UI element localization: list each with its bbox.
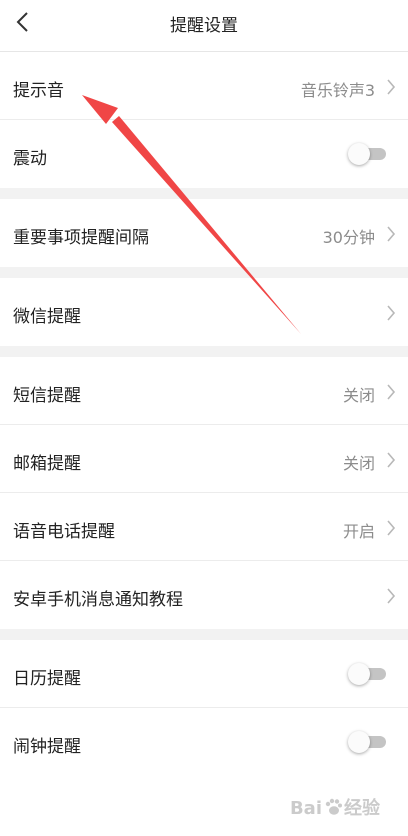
watermark-text: Bai: [289, 798, 322, 819]
section-separator: [0, 267, 408, 278]
chevron-right-icon: [386, 384, 396, 400]
setting-label: 微信提醒: [13, 307, 81, 327]
setting-calendar-reminder: 日历提醒: [0, 640, 408, 708]
setting-label: 提示音: [13, 81, 64, 101]
setting-vibration: 震动: [0, 120, 408, 188]
setting-label: 语音电话提醒: [13, 522, 115, 542]
setting-value: 30分钟: [322, 228, 375, 247]
section-separator: [0, 188, 408, 199]
setting-label: 重要事项提醒间隔: [13, 228, 149, 248]
setting-label: 短信提醒: [13, 386, 81, 406]
setting-value: 开启: [342, 522, 375, 541]
toggle-knob: [348, 143, 370, 165]
setting-label: 震动: [13, 149, 47, 169]
settings-list: 提示音 音乐铃声3 震动 重要事项提醒间隔 30分钟 微信提醒 短信提醒 关闭: [0, 52, 408, 776]
chevron-right-icon: [386, 305, 396, 321]
page-title: 提醒设置: [170, 16, 238, 36]
setting-email-reminder[interactable]: 邮箱提醒 关闭: [0, 425, 408, 493]
setting-label: 日历提醒: [13, 669, 81, 689]
paw-icon: [325, 798, 342, 815]
chevron-right-icon: [386, 226, 396, 242]
setting-value: 关闭: [342, 454, 375, 473]
setting-voice-call-reminder[interactable]: 语音电话提醒 开启: [0, 493, 408, 561]
setting-label: 安卓手机消息通知教程: [13, 590, 183, 610]
setting-value: 音乐铃声3: [300, 81, 375, 100]
setting-label: 闹钟提醒: [13, 737, 81, 757]
header-bar: 提醒设置: [0, 0, 408, 52]
baidu-jingyan-watermark: Bai 经验: [290, 794, 380, 820]
chevron-right-icon: [386, 79, 396, 95]
chevron-right-icon: [386, 452, 396, 468]
toggle-knob: [348, 663, 370, 685]
setting-important-interval[interactable]: 重要事项提醒间隔 30分钟: [0, 199, 408, 267]
setting-value: 关闭: [342, 386, 375, 405]
setting-android-tutorial[interactable]: 安卓手机消息通知教程: [0, 561, 408, 629]
setting-wechat-reminder[interactable]: 微信提醒: [0, 278, 408, 346]
chevron-right-icon: [386, 520, 396, 536]
toggle-knob: [348, 731, 370, 753]
watermark-text: 经验: [344, 798, 380, 819]
setting-label: 邮箱提醒: [13, 454, 81, 474]
section-separator: [0, 346, 408, 357]
vibration-toggle[interactable]: [348, 143, 386, 165]
setting-notification-sound[interactable]: 提示音 音乐铃声3: [0, 52, 408, 120]
chevron-right-icon: [386, 588, 396, 604]
calendar-toggle[interactable]: [348, 663, 386, 685]
setting-sms-reminder[interactable]: 短信提醒 关闭: [0, 357, 408, 425]
setting-alarm-reminder: 闹钟提醒: [0, 708, 408, 776]
section-separator: [0, 629, 408, 640]
alarm-toggle[interactable]: [348, 731, 386, 753]
